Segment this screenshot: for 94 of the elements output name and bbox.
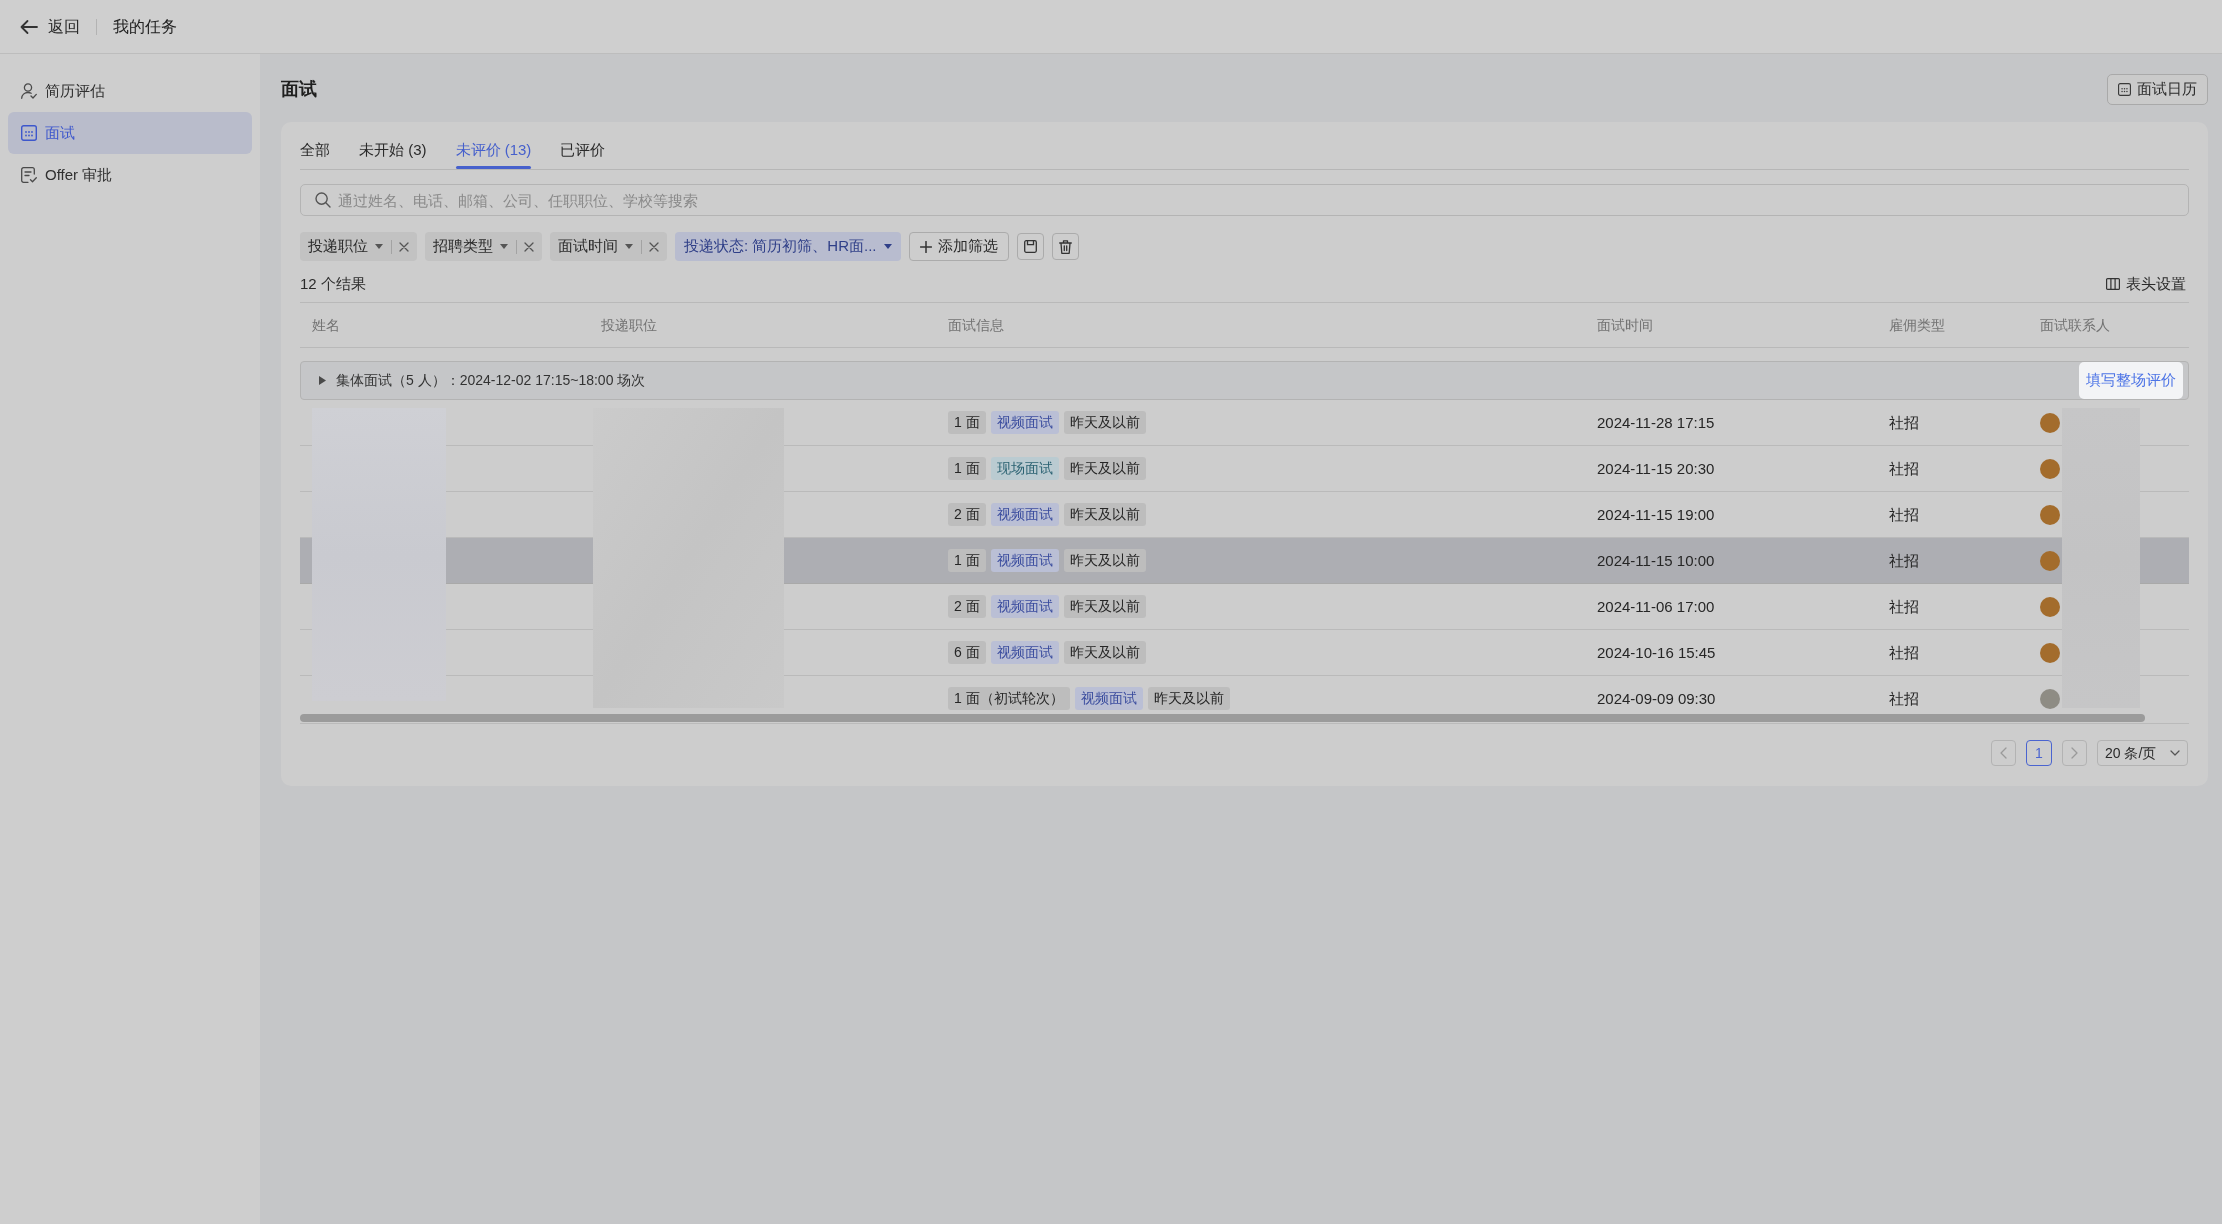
interview-time: 2024-11-06 17:00 bbox=[1597, 597, 1715, 615]
filter-label: 投递状态: 简历初筛、HR面... bbox=[684, 236, 877, 257]
close-icon bbox=[524, 241, 534, 252]
tab[interactable]: 未开始 (3) bbox=[359, 132, 427, 169]
calendar-icon bbox=[21, 125, 37, 141]
round-tag: 1 面 bbox=[948, 457, 986, 480]
fill-evaluation-button[interactable]: 填写整场评价 bbox=[2079, 362, 2183, 399]
close-icon bbox=[649, 241, 659, 252]
group-label: 集体面试（5 人）：2024-12-02 17:15~18:00 场次 bbox=[336, 371, 646, 390]
round-tag: 1 面（初试轮次） bbox=[948, 687, 1070, 710]
search-icon bbox=[315, 192, 331, 208]
employment-type: 社招 bbox=[1889, 459, 1919, 477]
interview-time: 2024-09-09 09:30 bbox=[1597, 689, 1716, 707]
person-check-icon bbox=[21, 83, 37, 99]
result-count: 12 个结果 bbox=[300, 273, 366, 294]
plus-icon bbox=[919, 240, 932, 253]
employment-type: 社招 bbox=[1889, 597, 1919, 615]
round-tag: 1 面 bbox=[948, 411, 986, 434]
calendar-button[interactable]: 面试日历 bbox=[2107, 74, 2208, 105]
filter-chip[interactable]: 面试时间 bbox=[550, 232, 667, 261]
time-tag: 昨天及以前 bbox=[1063, 595, 1146, 618]
video-interview-tag: 视频面试 bbox=[1074, 687, 1143, 710]
filter-chip[interactable]: 投递状态: 简历初筛、HR面... bbox=[675, 232, 901, 261]
horizontal-scrollbar[interactable] bbox=[300, 714, 2145, 722]
column-header: 投递职位 bbox=[601, 317, 657, 333]
round-tag: 2 面 bbox=[948, 503, 986, 526]
close-icon bbox=[399, 241, 409, 252]
group-row[interactable]: 集体面试（5 人）：2024-12-02 17:15~18:00 场次 填写整场评价 bbox=[300, 361, 2189, 400]
search-field[interactable]: 通过姓名、电话、邮箱、公司、任职职位、学校等搜索 bbox=[300, 184, 2189, 216]
delete-filter-button[interactable] bbox=[1051, 233, 1079, 260]
round-tag: 6 面 bbox=[948, 641, 986, 664]
video-interview-tag: 视频面试 bbox=[990, 549, 1059, 572]
video-interview-tag: 视频面试 bbox=[990, 595, 1059, 618]
sidebar-item[interactable]: 简历评估 bbox=[8, 70, 252, 112]
caret-right-icon bbox=[319, 376, 326, 385]
interview-time: 2024-11-15 10:00 bbox=[1597, 551, 1715, 569]
time-tag: 昨天及以前 bbox=[1147, 687, 1230, 710]
page-header-title: 我的任务 bbox=[113, 16, 177, 37]
tab[interactable]: 未评价 (13) bbox=[455, 132, 532, 169]
page-title: 面试 bbox=[281, 78, 317, 101]
page-size-select[interactable]: 20 条/页 bbox=[2097, 740, 2188, 766]
filter-chip[interactable]: 投递职位 bbox=[300, 232, 417, 261]
employment-type: 社招 bbox=[1889, 413, 1919, 431]
filter-label: 招聘类型 bbox=[433, 236, 493, 257]
filter-chip[interactable]: 招聘类型 bbox=[425, 232, 542, 261]
clear-filter-button[interactable] bbox=[399, 241, 409, 252]
sidebar-item[interactable]: Offer 审批 bbox=[8, 154, 252, 196]
filter-label: 投递职位 bbox=[308, 236, 368, 257]
back-arrow-icon bbox=[20, 18, 38, 35]
employment-type: 社招 bbox=[1889, 551, 1919, 569]
employment-type: 社招 bbox=[1889, 505, 1919, 523]
trash-icon bbox=[1058, 239, 1072, 254]
caret-down-icon bbox=[500, 244, 508, 249]
interview-time: 2024-11-15 20:30 bbox=[1597, 459, 1715, 477]
video-interview-tag: 视频面试 bbox=[990, 503, 1059, 526]
columns-icon bbox=[2106, 278, 2120, 290]
tab[interactable]: 全部 bbox=[300, 132, 330, 169]
caret-down-icon bbox=[883, 244, 892, 249]
column-header: 面试联系人 bbox=[2040, 317, 2110, 333]
video-interview-tag: 视频面试 bbox=[990, 641, 1059, 664]
time-tag: 昨天及以前 bbox=[1063, 411, 1146, 434]
time-tag: 昨天及以前 bbox=[1063, 549, 1146, 572]
back-button[interactable]: 返回 bbox=[20, 14, 80, 39]
time-tag: 昨天及以前 bbox=[1063, 503, 1146, 526]
employment-type: 社招 bbox=[1889, 643, 1919, 661]
round-tag: 1 面 bbox=[948, 549, 986, 572]
column-header: 面试信息 bbox=[948, 317, 1004, 333]
video-interview-tag: 视频面试 bbox=[990, 411, 1059, 434]
employment-type: 社招 bbox=[1889, 689, 1919, 707]
time-tag: 昨天及以前 bbox=[1063, 457, 1146, 480]
filter-label: 面试时间 bbox=[558, 236, 618, 257]
tab[interactable]: 已评价 bbox=[560, 132, 606, 169]
interview-time: 2024-11-28 17:15 bbox=[1597, 413, 1715, 431]
save-filter-button[interactable] bbox=[1016, 233, 1044, 260]
column-header: 面试时间 bbox=[1597, 317, 1653, 333]
chevron-down-icon bbox=[2170, 750, 2180, 756]
onsite-interview-tag: 现场面试 bbox=[990, 457, 1059, 480]
interview-time: 2024-10-16 15:45 bbox=[1597, 643, 1716, 661]
column-settings-button[interactable]: 表头设置 bbox=[2106, 272, 2186, 296]
round-tag: 2 面 bbox=[948, 595, 986, 618]
caret-down-icon bbox=[625, 244, 633, 249]
time-tag: 昨天及以前 bbox=[1063, 641, 1146, 664]
column-header: 姓名 bbox=[312, 317, 340, 333]
caret-down-icon bbox=[375, 244, 383, 249]
interview-time: 2024-11-15 19:00 bbox=[1597, 505, 1715, 523]
save-icon bbox=[1023, 240, 1037, 253]
column-header: 雇佣类型 bbox=[1889, 317, 1945, 333]
clear-filter-button[interactable] bbox=[524, 241, 534, 252]
clear-filter-button[interactable] bbox=[649, 241, 659, 252]
document-check-icon bbox=[21, 167, 37, 183]
chevron-right-icon bbox=[2071, 747, 2078, 759]
chevron-left-icon bbox=[2000, 747, 2007, 759]
calendar-icon bbox=[2118, 83, 2131, 96]
add-filter-button[interactable]: 添加筛选 bbox=[908, 232, 1009, 261]
